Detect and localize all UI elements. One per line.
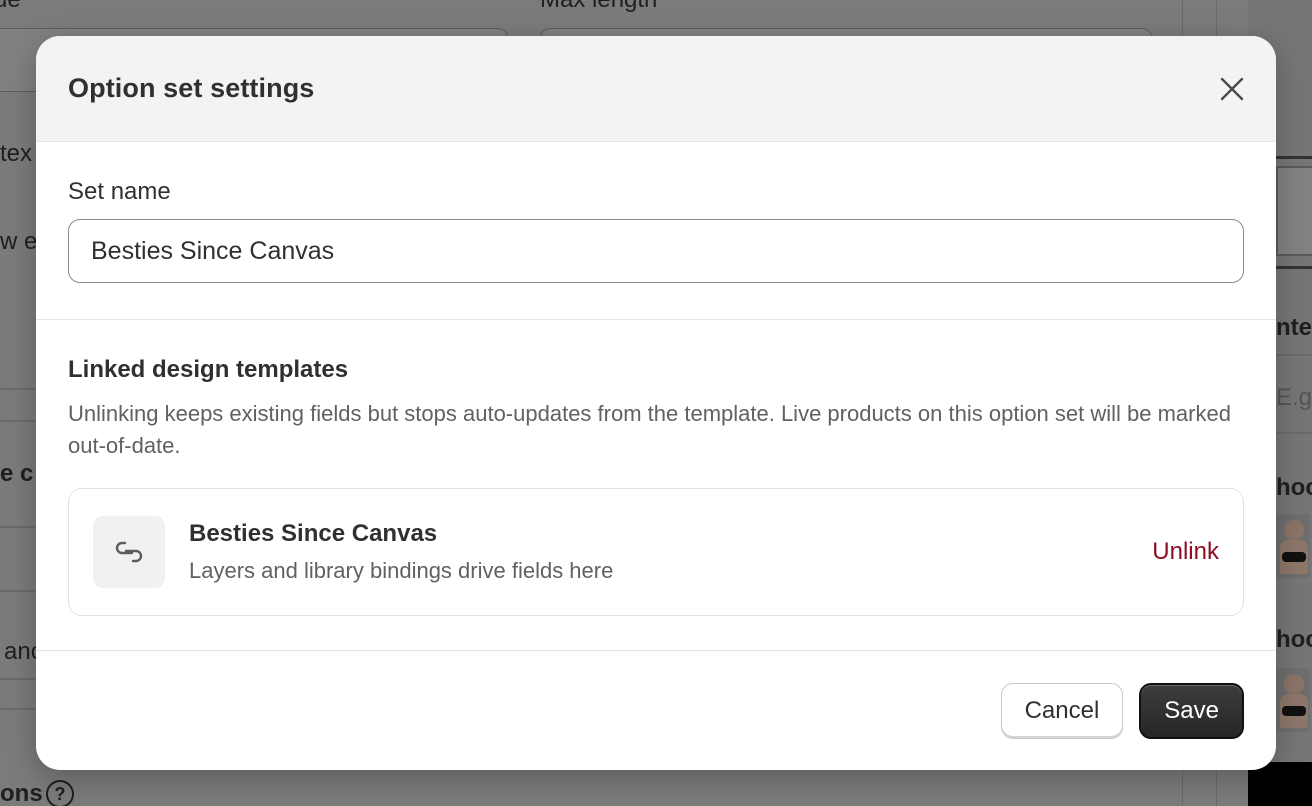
close-button[interactable] <box>1212 69 1252 109</box>
template-icon-box <box>93 516 165 588</box>
bg-card <box>1276 166 1312 256</box>
bg-placeholder-eg: E.g <box>1276 384 1312 411</box>
bg-label-ons: ons <box>0 780 43 806</box>
bg-label-hoo1: hoc <box>1276 474 1312 501</box>
linked-templates-section: Linked design templates Unlinking keeps … <box>36 320 1276 651</box>
cancel-button[interactable]: Cancel <box>1000 682 1124 739</box>
bg-rule-3 <box>0 388 40 390</box>
linked-templates-description: Unlinking keeps existing fields but stop… <box>68 401 1231 458</box>
bg-label-ec: e c <box>0 460 34 487</box>
set-name-section: Set name <box>36 142 1276 320</box>
template-subtitle: Layers and library bindings drive fields… <box>189 558 614 583</box>
bg-label-max-length: Max length <box>540 0 657 14</box>
set-name-input[interactable] <box>68 219 1244 283</box>
bg-product-thumb <box>1276 514 1310 578</box>
set-name-label: Set name <box>68 178 171 205</box>
bg-rule-4 <box>0 420 40 422</box>
close-icon <box>1220 77 1244 100</box>
template-name: Besties Since Canvas <box>189 520 438 547</box>
linked-template-card: Besties Since Canvas Layers and library … <box>68 488 1244 616</box>
bg-rule-6 <box>0 590 40 592</box>
bg-rule-9 <box>1276 354 1312 356</box>
template-info: Besties Since Canvas Layers and library … <box>189 520 1152 584</box>
bg-rule-8 <box>0 708 40 710</box>
unlink-button[interactable]: Unlink <box>1152 538 1219 566</box>
bg-label-we: w e <box>0 228 38 255</box>
help-icon[interactable]: ? <box>46 780 74 806</box>
bg-rule-7 <box>0 678 40 680</box>
bg-label-value: ue <box>0 0 21 14</box>
modal-title: Option set settings <box>68 73 315 103</box>
linked-templates-heading: Linked design templates <box>68 356 349 383</box>
bg-rule-5 <box>0 526 40 528</box>
save-button[interactable]: Save <box>1139 682 1244 739</box>
modal-header: Option set settings <box>36 36 1276 142</box>
option-set-settings-modal: Option set settings Set name Linked desi… <box>36 36 1276 770</box>
bg-label-hoo2: hoc <box>1276 626 1312 653</box>
modal-footer: Cancel Save <box>36 651 1276 770</box>
link-icon <box>115 541 143 563</box>
bg-product-thumb-2 <box>1276 668 1310 732</box>
bg-label-tex: tex <box>0 140 33 167</box>
bg-rule-10 <box>1276 432 1312 434</box>
bg-label-inter: nter <box>1276 314 1312 341</box>
